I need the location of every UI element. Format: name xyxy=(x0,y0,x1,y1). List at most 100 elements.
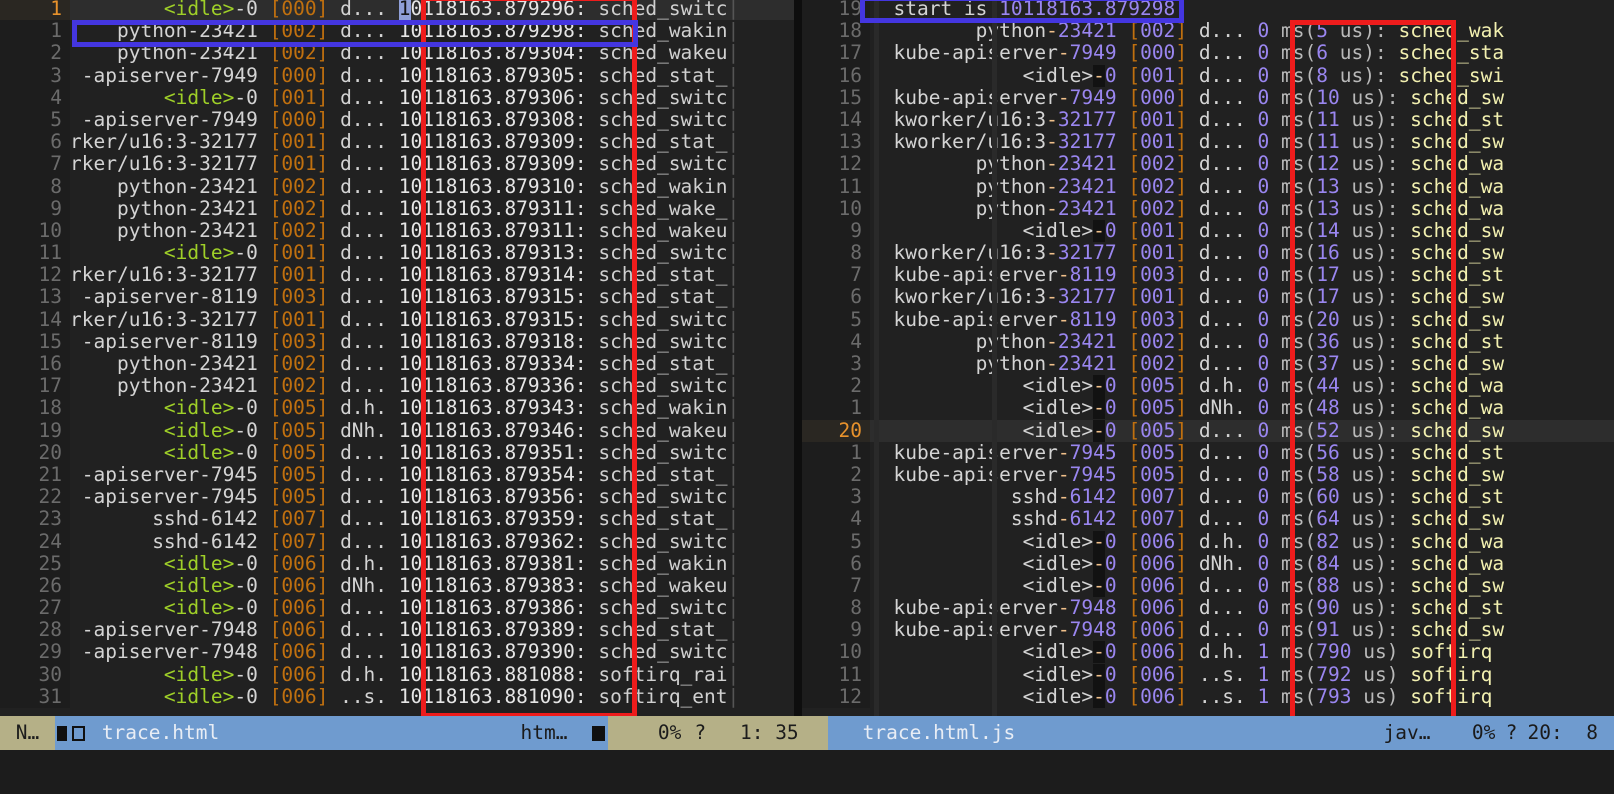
trace-row[interactable]: 12 python-23421 [002] d... 0 ms(12 us): … xyxy=(802,153,1614,176)
trace-row[interactable]: 10 python-23421 [002] d... 10118163.8793… xyxy=(0,219,794,243)
trace-row[interactable]: 12 rker/u16:3-32177 [001] d... 10118163.8… xyxy=(0,264,794,287)
task-pid: 0 xyxy=(1104,574,1117,597)
left-editor-pane[interactable]: 1 <idle>-0 [000] d... 10118163.879296: s… xyxy=(0,0,794,716)
trace-row[interactable]: 21 -apiserver-7945 [005] d... 10118163.8… xyxy=(0,463,794,487)
trace-row[interactable]: 23 sshd-6142 [007] d... 10118163.879359:… xyxy=(0,508,794,531)
offset-unit: ms( xyxy=(1269,20,1317,43)
trace-row[interactable]: 19 <idle>-0 [005] dNh. 10118163.879346: … xyxy=(0,419,794,442)
trace-row[interactable]: 4 sshd-6142 [007] d... 0 ms(64 us): sche… xyxy=(802,508,1614,531)
trace-row-body: python-23421 [002] d... 10118163.879336:… xyxy=(70,375,794,397)
offset-number: 48 xyxy=(1316,397,1340,420)
trace-row[interactable]: 9 python-23421 [002] d... 10118163.87931… xyxy=(0,197,794,220)
line-number: 14 xyxy=(802,108,870,132)
pad xyxy=(1387,65,1399,87)
trace-row[interactable]: 14 kworker/u16:3-32177 [001] d... 0 ms(1… xyxy=(802,108,1614,132)
trace-row[interactable]: 15 -apiserver-8119 [003] d... 10118163.8… xyxy=(0,330,794,354)
trace-row[interactable]: 4 python-23421 [002] d... 0 ms(36 us): s… xyxy=(802,330,1614,354)
trace-row[interactable]: 17 python-23421 [002] d... 10118163.8793… xyxy=(0,374,794,398)
pad xyxy=(587,508,599,530)
trace-row[interactable]: 1 <idle>-0 [005] dNh. 0 ms(48 us): sched… xyxy=(802,397,1614,420)
trace-row[interactable]: 6 kworker/u16:3-32177 [001] d... 0 ms(17… xyxy=(802,286,1614,309)
pad xyxy=(328,575,340,597)
event-field: sched_wakeu xyxy=(598,42,728,65)
cpu-bracket: ] xyxy=(1175,663,1188,686)
trace-row[interactable]: 22 -apiserver-7945 [005] d... 10118163.8… xyxy=(0,485,794,509)
offset-unit: us): xyxy=(1339,397,1399,420)
trace-row[interactable]: 16 python-23421 [002] d... 10118163.8793… xyxy=(0,352,794,376)
trace-row[interactable]: 10 python-23421 [002] d... 0 ms(13 us): … xyxy=(802,197,1614,220)
pad xyxy=(870,309,893,331)
trace-row[interactable]: 13 kworker/u16:3-32177 [001] d... 0 ms(1… xyxy=(802,130,1614,154)
trace-row[interactable]: 11 <idle>-0 [001] d... 10118163.879313: … xyxy=(0,241,794,265)
trace-row[interactable]: 7 rker/u16:3-32177 [001] d... 10118163.87… xyxy=(0,153,794,176)
trace-row[interactable]: 11 python-23421 [002] d... 0 ms(13 us): … xyxy=(802,175,1614,198)
offset-number: 64 xyxy=(1316,508,1340,531)
trace-row[interactable]: 11 <idle>-0 [006] ..s. 1 ms(792 us) soft… xyxy=(802,663,1614,686)
offset-number: 5 xyxy=(1316,20,1328,43)
right-editor-pane[interactable]: 19 start is 10118163.879298 18 python-234… xyxy=(802,0,1614,716)
trace-row[interactable]: 18 python-23421 [002] d... 0 ms(5 us): s… xyxy=(802,19,1614,43)
trace-row[interactable]: 9 kube-apiserver-7948 [006] d... 0 ms(91… xyxy=(802,619,1614,642)
trace-row[interactable]: 13 -apiserver-8119 [003] d... 10118163.8… xyxy=(0,286,794,309)
trace-row[interactable]: 20 <idle>-0 [005] d... 10118163.879351: … xyxy=(0,441,794,464)
trace-row[interactable]: 5 <idle>-0 [006] d.h. 0 ms(82 us): sched… xyxy=(802,530,1614,553)
trace-row[interactable]: 1 <idle>-0 [000] d... 10118163.879296: s… xyxy=(0,0,794,21)
trace-row[interactable]: 10 <idle>-0 [006] d.h. 1 ms(790 us) soft… xyxy=(802,641,1614,664)
flags-field: d... xyxy=(340,108,388,131)
task-name: <idle> xyxy=(163,685,235,708)
pad xyxy=(328,619,340,641)
trace-row[interactable]: 4 <idle>-0 [001] d... 10118163.879306: s… xyxy=(0,86,794,109)
trace-row[interactable]: 1 python-23421 [002] d... 10118163.87929… xyxy=(0,19,794,43)
timestamp-field: 10118163.879306: xyxy=(398,86,587,109)
trace-row[interactable]: 5 -apiserver-7949 [000] d... 10118163.87… xyxy=(0,108,794,132)
start-marker-row[interactable]: 19 start is 10118163.879298 xyxy=(802,0,1614,21)
offset-number: 90 xyxy=(1316,597,1340,620)
trace-row[interactable]: 28 -apiserver-7948 [006] d... 10118163.8… xyxy=(0,619,794,642)
pad xyxy=(1387,42,1399,64)
trace-row[interactable]: 8 kube-apiserver-7948 [006] d... 0 ms(90… xyxy=(802,596,1614,620)
cpu-bracket: ] xyxy=(1175,330,1188,353)
trace-row[interactable]: 30 <idle>-0 [006] d.h. 10118163.881088: … xyxy=(0,663,794,686)
trace-row[interactable]: 15 kube-apiserver-7949 [000] d... 0 ms(1… xyxy=(802,86,1614,109)
trace-row[interactable]: 29 -apiserver-7948 [006] d... 10118163.8… xyxy=(0,641,794,664)
pad xyxy=(70,486,82,508)
trace-row[interactable]: 2 <idle>-0 [005] d.h. 0 ms(44 us): sched… xyxy=(802,374,1614,398)
trace-row[interactable]: 26 <idle>-0 [006] dNh. 10118163.879383: … xyxy=(0,574,794,598)
trace-row[interactable]: 20 <idle>-0 [005] d... 0 ms(52 us): sche… xyxy=(802,419,1614,442)
trace-row[interactable]: 3 python-23421 [002] d... 0 ms(37 us): s… xyxy=(802,352,1614,376)
cpu-id: 001 xyxy=(1140,108,1176,131)
trace-row[interactable]: 3 -apiserver-7949 [000] d... 10118163.87… xyxy=(0,64,794,87)
trace-row[interactable]: 7 kube-apiserver-8119 [003] d... 0 ms(17… xyxy=(802,264,1614,287)
trace-row[interactable]: 16 <idle>-0 [001] d... 0 ms(8 us): sched… xyxy=(802,64,1614,87)
trace-row[interactable]: 8 kworker/u16:3-32177 [001] d... 0 ms(16… xyxy=(802,241,1614,265)
pad xyxy=(1117,309,1129,331)
trace-row[interactable]: 17 kube-apiserver-7949 [000] d... 0 ms(6… xyxy=(802,42,1614,65)
trace-row[interactable]: 2 kube-apiserver-7945 [005] d... 0 ms(58… xyxy=(802,463,1614,487)
pad xyxy=(870,508,1011,530)
trace-row[interactable]: 2 python-23421 [002] d... 10118163.87930… xyxy=(0,42,794,65)
trace-row[interactable]: 3 sshd-6142 [007] d... 0 ms(60 us): sche… xyxy=(802,485,1614,509)
cpu-bracket: ] xyxy=(1175,619,1188,642)
trace-row[interactable]: 18 <idle>-0 [005] d.h. 10118163.879343: … xyxy=(0,397,794,420)
trace-row[interactable]: 12 <idle>-0 [006] ..s. 1 ms(793 us) soft… xyxy=(802,685,1614,709)
cpu-field: [005] xyxy=(269,463,329,486)
line-number: 27 xyxy=(0,596,70,620)
status-right-filename[interactable]: trace.html.js xyxy=(848,716,1317,750)
trace-row[interactable]: 14 rker/u16:3-32177 [001] d... 10118163.8… xyxy=(0,308,794,331)
pad xyxy=(387,575,399,597)
trace-row[interactable]: 6 rker/u16:3-32177 [001] d... 10118163.87… xyxy=(0,130,794,154)
trace-row[interactable]: 31 <idle>-0 [006] ..s. 10118163.881090: … xyxy=(0,685,794,709)
trace-row[interactable]: 27 <idle>-0 [006] d... 10118163.879386: … xyxy=(0,596,794,620)
trace-row[interactable]: 24 sshd-6142 [007] d... 10118163.879362:… xyxy=(0,530,794,553)
trace-row[interactable]: 8 python-23421 [002] d... 10118163.87931… xyxy=(0,175,794,198)
trace-row[interactable]: 1 kube-apiserver-7945 [005] d... 0 ms(56… xyxy=(802,441,1614,464)
pad xyxy=(1246,42,1258,64)
trace-row[interactable]: 25 <idle>-0 [006] d.h. 10118163.879381: … xyxy=(0,552,794,575)
status-left-filename[interactable]: trace.html xyxy=(87,716,473,750)
trace-row[interactable]: 7 <idle>-0 [006] d... 0 ms(88 us): sched… xyxy=(802,574,1614,598)
trace-row[interactable]: 6 <idle>-0 [006] dNh. 0 ms(84 us): sched… xyxy=(802,552,1614,575)
trace-row[interactable]: 9 <idle>-0 [001] d... 0 ms(14 us): sched… xyxy=(802,219,1614,243)
line-number: 9 xyxy=(0,197,70,220)
trace-row[interactable]: 5 kube-apiserver-8119 [003] d... 0 ms(20… xyxy=(802,308,1614,331)
pad xyxy=(1117,686,1129,708)
